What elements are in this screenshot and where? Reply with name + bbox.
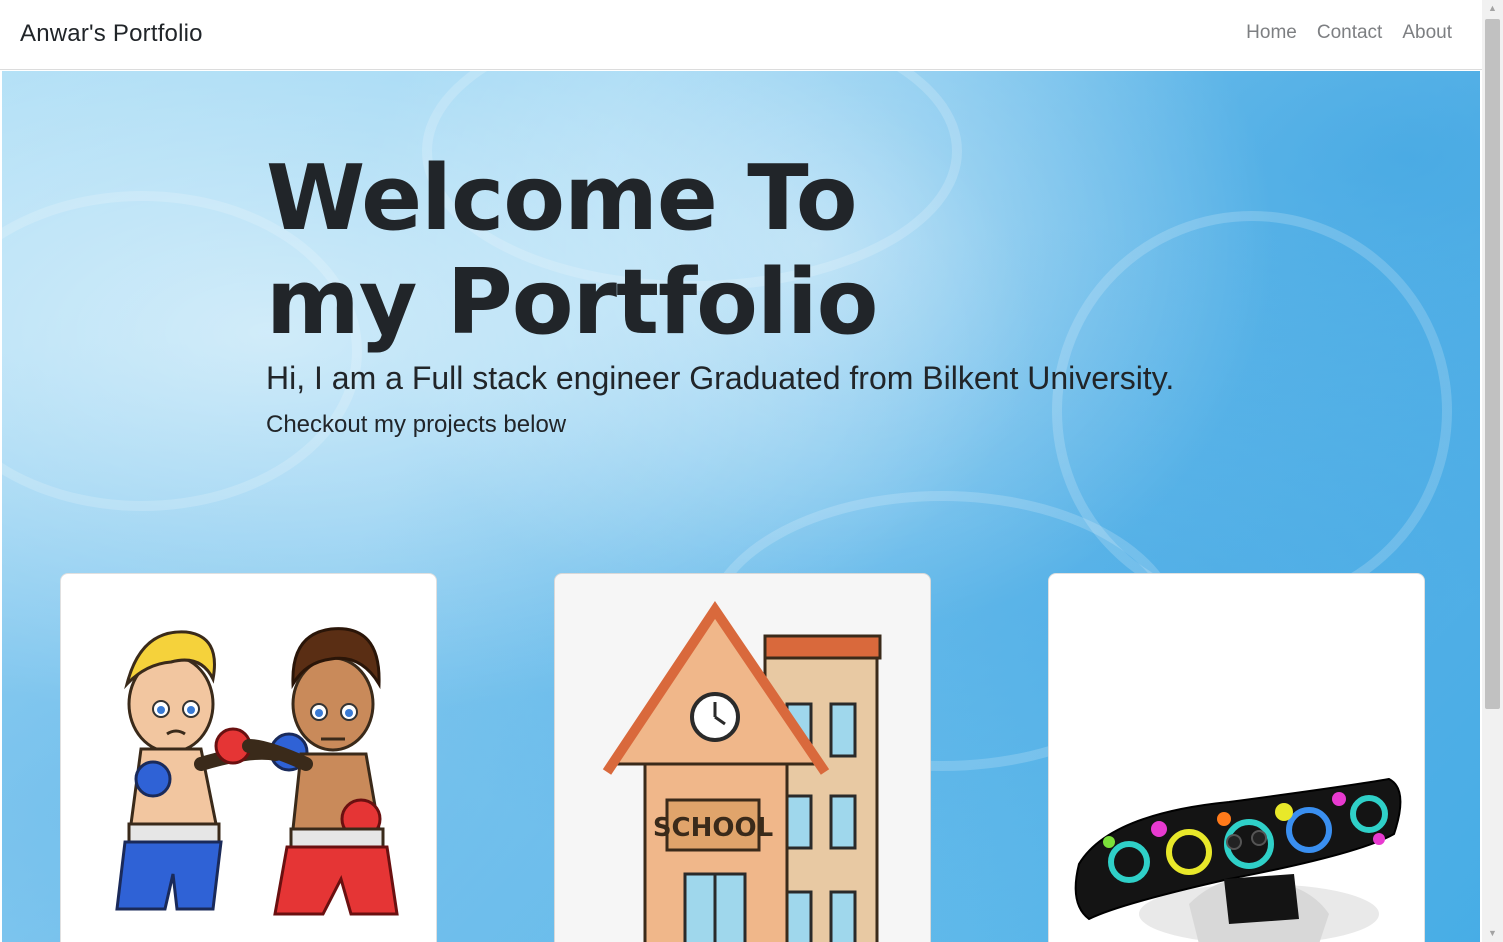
- school-sign: SCHOOL: [653, 813, 773, 843]
- school-building-image: SCHOOL: [602, 601, 882, 942]
- nav-link-about[interactable]: About: [1402, 22, 1452, 44]
- project-card-boxing[interactable]: [60, 573, 437, 942]
- hero-title: Welcome To my Portfolio: [266, 146, 879, 355]
- navbar: Anwar's Portfolio Home Contact About: [0, 0, 1482, 70]
- page-scrollbar[interactable]: ▲ ▼: [1482, 0, 1503, 942]
- scrollbar-thumb[interactable]: [1485, 19, 1500, 709]
- hero-subtitle: Checkout my projects below: [266, 411, 567, 438]
- hero-section: Welcome To my Portfolio Hi, I am a Full …: [2, 71, 1480, 942]
- navbar-brand[interactable]: Anwar's Portfolio: [20, 20, 203, 48]
- nav-link-contact[interactable]: Contact: [1317, 22, 1382, 44]
- project-card-kinect[interactable]: [1048, 573, 1425, 942]
- boxing-kids-image: [115, 627, 399, 916]
- scroll-up-arrow-icon[interactable]: ▲: [1482, 0, 1503, 17]
- scroll-down-arrow-icon[interactable]: ▼: [1482, 925, 1503, 942]
- nav-links: Home Contact About: [1246, 22, 1452, 44]
- project-card-school[interactable]: SCHOOL: [554, 573, 931, 942]
- kinect-sensor-image: [1074, 777, 1402, 942]
- nav-link-home[interactable]: Home: [1246, 22, 1297, 44]
- hero-lead: Hi, I am a Full stack engineer Graduated…: [266, 360, 1175, 396]
